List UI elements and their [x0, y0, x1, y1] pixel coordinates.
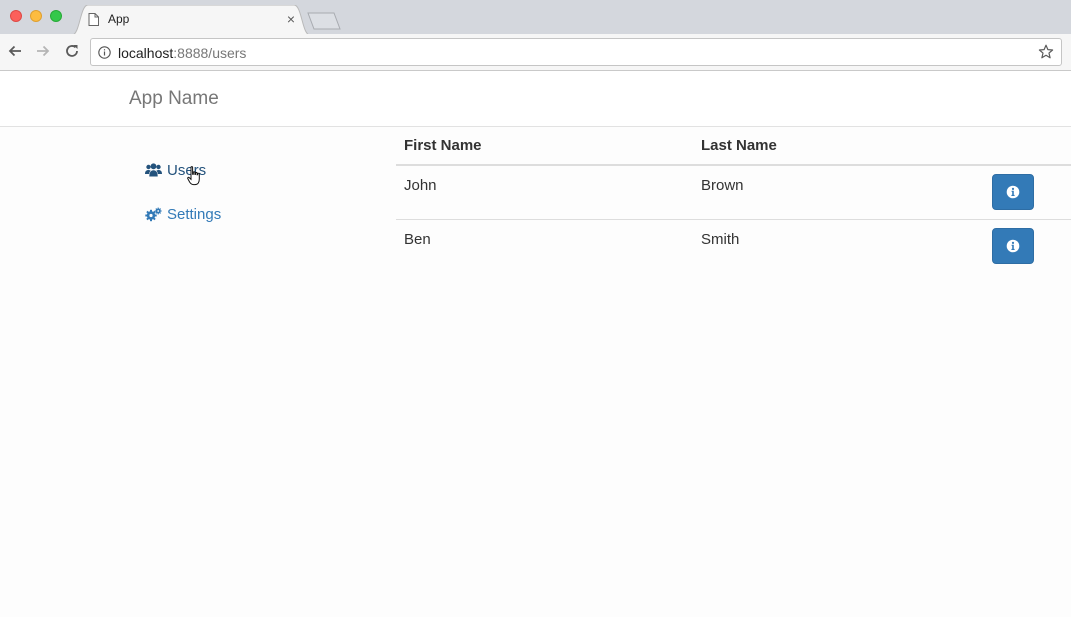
- app-brand[interactable]: App Name: [129, 88, 219, 110]
- app-navbar: App Name: [0, 71, 1071, 127]
- url-host: localhost: [118, 45, 174, 61]
- browser-toolbar: localhost:8888/users: [0, 34, 1071, 71]
- site-info-icon[interactable]: [98, 46, 111, 59]
- user-info-button[interactable]: [992, 174, 1034, 210]
- table-row: Ben Smith: [396, 219, 1071, 272]
- column-header-first-name: First Name: [404, 137, 482, 154]
- cogs-icon: [145, 207, 162, 222]
- url-text[interactable]: localhost:8888/users: [118, 45, 246, 61]
- close-window-button[interactable]: [10, 10, 22, 22]
- browser-tab[interactable]: App ×: [72, 5, 310, 35]
- minimize-window-button[interactable]: [30, 10, 42, 22]
- cell-first-name: John: [404, 177, 437, 194]
- browser-tabstrip: App ×: [0, 0, 1071, 35]
- tab-close-icon[interactable]: ×: [284, 12, 298, 26]
- maximize-window-button[interactable]: [50, 10, 62, 22]
- back-arrow-icon[interactable]: [7, 43, 23, 59]
- forward-arrow-icon[interactable]: [35, 43, 51, 59]
- table-row: John Brown: [396, 166, 1071, 219]
- url-path: :8888/users: [173, 45, 247, 61]
- cell-first-name: Ben: [404, 231, 431, 248]
- cell-last-name: Brown: [701, 177, 744, 194]
- info-circle-icon: [1006, 185, 1020, 199]
- user-info-button[interactable]: [992, 228, 1034, 264]
- reload-icon[interactable]: [64, 43, 80, 59]
- info-circle-icon: [1006, 239, 1020, 253]
- address-bar[interactable]: localhost:8888/users: [90, 38, 1062, 66]
- sidebar-item-settings-label: Settings: [167, 206, 222, 223]
- page-icon: [88, 13, 99, 26]
- tab-title: App: [108, 12, 130, 26]
- users-icon: [145, 163, 162, 177]
- column-header-last-name: Last Name: [701, 137, 777, 154]
- hand-pointer-cursor-icon: [187, 166, 200, 186]
- cell-last-name: Smith: [701, 231, 740, 248]
- new-tab-button[interactable]: [306, 12, 344, 30]
- bookmark-star-icon[interactable]: [1038, 44, 1054, 60]
